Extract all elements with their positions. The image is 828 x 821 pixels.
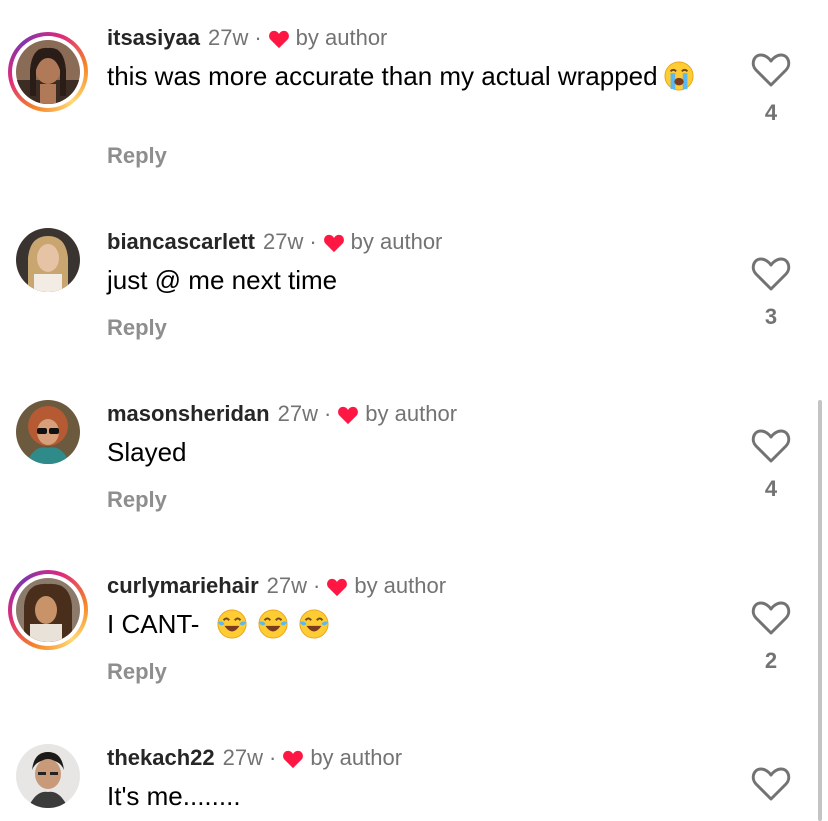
author-liked-heart-icon (268, 30, 289, 49)
avatar-image (16, 400, 80, 464)
face-with-tears-of-joy-icon (258, 609, 288, 639)
comment-header: biancascarlett 27w · by author (107, 226, 442, 258)
like-heart-icon[interactable] (750, 254, 792, 294)
comment-body: Slayed (107, 437, 187, 467)
like-heart-icon[interactable] (750, 50, 792, 90)
avatar-image (16, 40, 80, 104)
separator-dot: · (309, 229, 317, 254)
comment-header: thekach22 27w · by author (107, 742, 402, 774)
timestamp: 27w (277, 401, 318, 426)
author-liked-heart-icon (323, 234, 344, 253)
username-link[interactable]: masonsheridan (107, 401, 270, 427)
by-author-label: by author (365, 401, 458, 426)
avatar[interactable] (8, 392, 88, 472)
loudly-crying-face-icon (664, 61, 694, 91)
author-liked-heart-icon (338, 406, 359, 425)
comments-list: itsasiyaa 27w · by author this was more … (0, 0, 828, 821)
by-author-label: by author (350, 229, 443, 254)
timestamp: 27w (207, 25, 249, 50)
username-link[interactable]: thekach22 (107, 745, 215, 771)
username-link[interactable]: itsasiyaa (107, 25, 200, 51)
scrollbar[interactable] (818, 400, 822, 821)
comment-text: just @ me next time (107, 264, 707, 296)
comment-header: masonsheridan 27w · by author (107, 398, 457, 430)
like-heart-icon[interactable] (750, 598, 792, 638)
comment-body: It's me........ (107, 781, 241, 811)
timestamp: 27w (266, 573, 307, 598)
avatar-image (16, 744, 80, 808)
username-link[interactable]: curlymariehair (107, 573, 259, 599)
username-link[interactable]: biancascarlett (107, 229, 255, 255)
comment-header: curlymariehair 27w · by author (107, 570, 446, 602)
reply-button[interactable]: Reply (107, 143, 167, 169)
by-author-label: by author (295, 25, 388, 50)
comment-body: just @ me next time (107, 265, 338, 295)
like-count: 3 (764, 304, 778, 329)
separator-dot: · (313, 573, 321, 598)
avatar[interactable] (8, 32, 88, 112)
by-author-label: by author (310, 745, 403, 770)
separator-dot: · (268, 745, 277, 770)
face-with-tears-of-joy-icon (217, 609, 247, 639)
avatar[interactable] (8, 736, 88, 816)
comment-text: Slayed (107, 436, 707, 468)
avatar[interactable] (8, 220, 88, 300)
like-count: 4 (764, 100, 778, 125)
like-count: 2 (764, 648, 778, 673)
author-liked-heart-icon (283, 750, 304, 769)
like-count: 4 (764, 476, 778, 501)
timestamp: 27w (262, 229, 304, 254)
reply-button[interactable]: Reply (107, 487, 167, 513)
comment-body: I CANT- (107, 609, 200, 639)
separator-dot: · (323, 401, 332, 426)
like-heart-icon[interactable] (750, 426, 792, 466)
like-heart-icon[interactable] (750, 764, 792, 804)
comment-body: this was more accurate than my actual wr… (107, 61, 658, 91)
comment-text: this was more accurate than my actual wr… (107, 60, 707, 92)
reply-button[interactable]: Reply (107, 315, 167, 341)
comment-text: It's me........ (107, 780, 707, 812)
avatar-image (16, 578, 80, 642)
timestamp: 27w (222, 745, 263, 770)
avatar-image (16, 228, 80, 292)
comment-text: I CANT- (107, 608, 707, 640)
comment-header: itsasiyaa 27w · by author (107, 22, 387, 54)
author-liked-heart-icon (327, 578, 348, 597)
by-author-label: by author (354, 573, 447, 598)
face-with-tears-of-joy-icon (299, 609, 329, 639)
avatar[interactable] (8, 570, 88, 650)
reply-button[interactable]: Reply (107, 659, 167, 685)
separator-dot: · (254, 25, 262, 50)
